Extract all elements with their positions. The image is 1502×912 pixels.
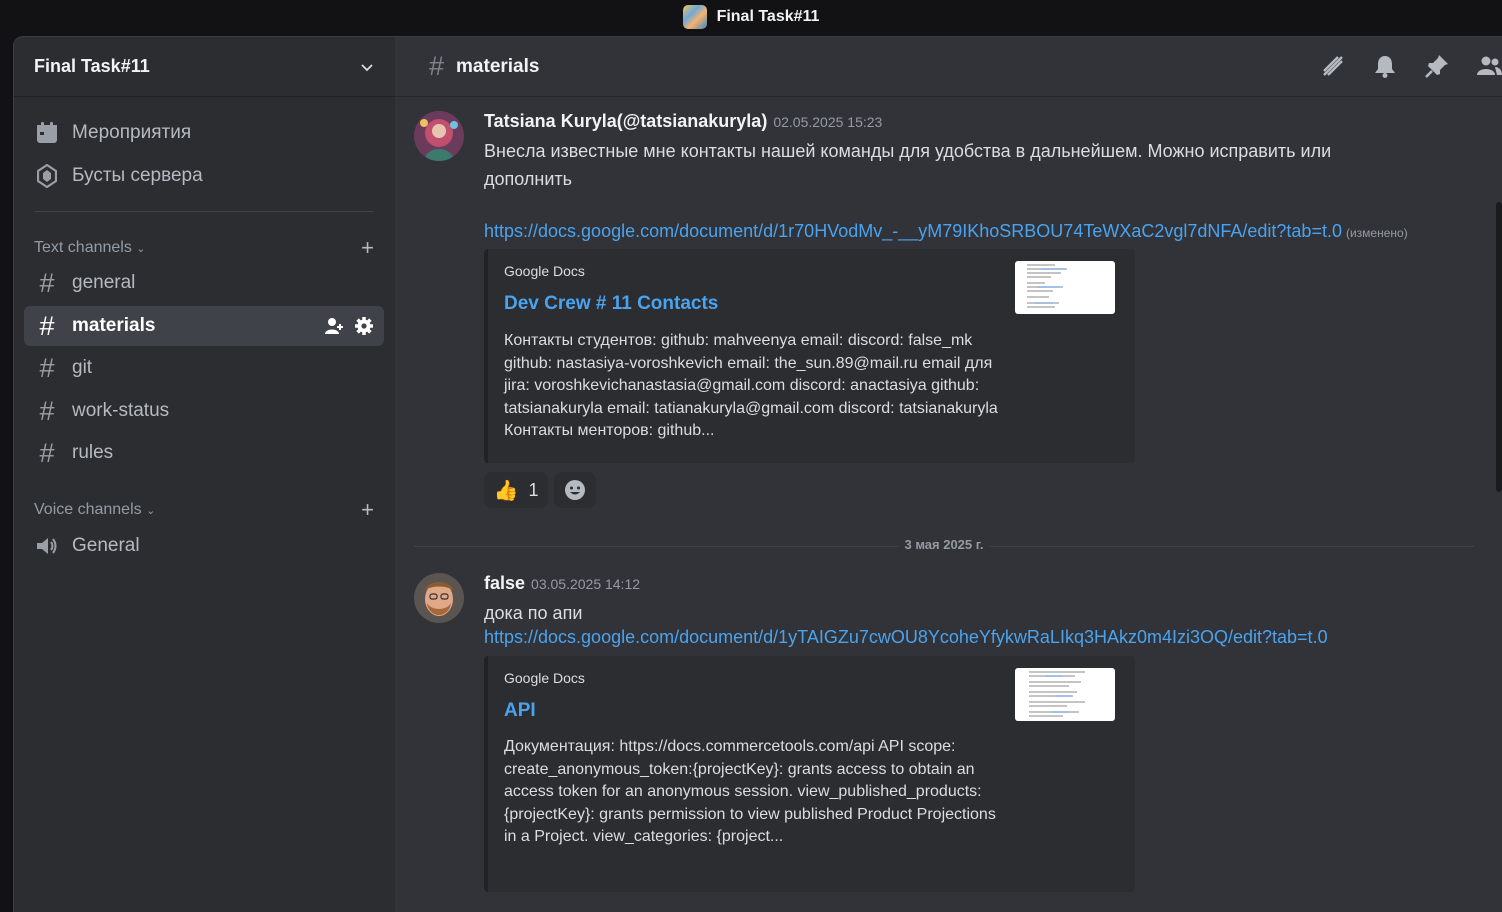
reaction-count: 1 (528, 479, 539, 500)
message-author[interactable]: false (484, 573, 525, 594)
calendar-icon (34, 120, 60, 146)
embed-title[interactable]: API (504, 700, 536, 722)
invite-icon[interactable] (324, 316, 344, 336)
embed-description: Документация: https://docs.commercetools… (504, 738, 996, 845)
avatar[interactable] (414, 111, 464, 161)
add-voice-channel-button[interactable]: + (361, 499, 374, 521)
channel-work-status[interactable]: # work-status (24, 391, 384, 431)
message-timestamp: 02.05.2025 15:23 (773, 114, 883, 130)
chat-area: # materials Tatsiana Kuryla(@tatsianakur… (395, 36, 1502, 912)
hash-icon: # (39, 395, 55, 426)
speaker-icon (34, 533, 60, 559)
category-label: Text channels (34, 239, 132, 256)
channel-header: # materials (395, 37, 1502, 97)
embed-description: Контакты студентов: github: mahveenya em… (504, 332, 998, 439)
message-timestamp: 03.05.2025 14:12 (531, 576, 641, 592)
scrollbar[interactable] (1496, 202, 1502, 492)
embed-thumbnail[interactable] (1015, 668, 1115, 721)
hash-icon: # (39, 352, 55, 383)
channel-label: General (72, 535, 140, 556)
window-titlebar: Final Task#11 (0, 0, 1502, 34)
channel-git[interactable]: # git (24, 348, 384, 388)
voice-channels-category[interactable]: Voice channels ⌄ + (34, 499, 374, 521)
channel-sidebar: Final Task#11 Мероприятия Бусты сервера … (13, 36, 395, 912)
channel-materials[interactable]: # materials (24, 306, 384, 346)
channel-label: general (72, 272, 136, 293)
hash-icon: # (39, 437, 55, 468)
channel-label: work-status (72, 400, 170, 421)
add-text-channel-button[interactable]: + (361, 237, 374, 259)
boost-icon (34, 163, 60, 189)
channel-label: materials (72, 315, 156, 336)
category-label: Voice channels (34, 501, 142, 518)
message-author[interactable]: Tatsiana Kuryla(@tatsianakuryla) (484, 111, 767, 132)
hash-icon: # (39, 267, 55, 298)
message-text-line: дополнить (484, 169, 572, 189)
sidebar-item-label: Мероприятия (72, 122, 192, 143)
message-link[interactable]: https://docs.google.com/document/d/1r70H… (484, 221, 1342, 241)
hash-icon: # (429, 51, 445, 81)
embed-title[interactable]: Dev Crew # 11 Contacts (504, 293, 718, 315)
pin-icon[interactable] (1424, 53, 1450, 79)
window-title: Final Task#11 (716, 8, 820, 25)
message-text-line: дока по апи (484, 603, 583, 623)
server-header[interactable]: Final Task#11 (14, 37, 395, 97)
message-link[interactable]: https://docs.google.com/document/d/1yTAI… (484, 627, 1328, 647)
hash-icon: # (39, 310, 55, 341)
thumbs-up-icon: 👍 (493, 479, 519, 502)
smiley-icon (565, 480, 585, 500)
date-separator: 3 мая 2025 г. (414, 537, 1474, 552)
edited-label: (изменено) (1345, 226, 1408, 240)
text-channels-category[interactable]: Text channels ⌄ + (34, 237, 374, 259)
sidebar-item-events[interactable]: Мероприятия (24, 113, 384, 153)
embed-provider[interactable]: Google Docs (504, 670, 585, 686)
voice-channel-general[interactable]: General (24, 526, 384, 566)
reaction-thumbs-up[interactable]: 👍 1 (484, 472, 548, 508)
embed-provider[interactable]: Google Docs (504, 263, 585, 279)
add-reaction-button[interactable] (554, 472, 596, 508)
embed-thumbnail[interactable] (1015, 261, 1115, 314)
link-embed: Google Docs API Документация: https://do… (484, 656, 1135, 892)
channel-general[interactable]: # general (24, 263, 384, 303)
avatar[interactable] (414, 573, 464, 623)
chevron-down-icon (361, 63, 373, 71)
bell-icon[interactable] (1372, 53, 1398, 79)
server-icon (682, 5, 707, 29)
date-separator-label: 3 мая 2025 г. (898, 537, 990, 552)
sidebar-item-label: Бусты сервера (72, 165, 203, 186)
gear-icon[interactable] (354, 316, 374, 336)
channel-label: git (72, 357, 93, 378)
link-embed: Google Docs Dev Crew # 11 Contacts Конта… (484, 249, 1135, 463)
members-icon[interactable] (1476, 53, 1502, 79)
channel-title: materials (456, 55, 540, 77)
sidebar-item-boosts[interactable]: Бусты сервера (24, 156, 384, 196)
sidebar-divider (34, 211, 374, 212)
channel-rules[interactable]: # rules (24, 433, 384, 473)
threads-icon[interactable] (1320, 53, 1346, 79)
server-name: Final Task#11 (34, 56, 150, 76)
message-text-line: Внесла известные мне контакты нашей кома… (484, 141, 1332, 161)
channel-label: rules (72, 442, 114, 463)
